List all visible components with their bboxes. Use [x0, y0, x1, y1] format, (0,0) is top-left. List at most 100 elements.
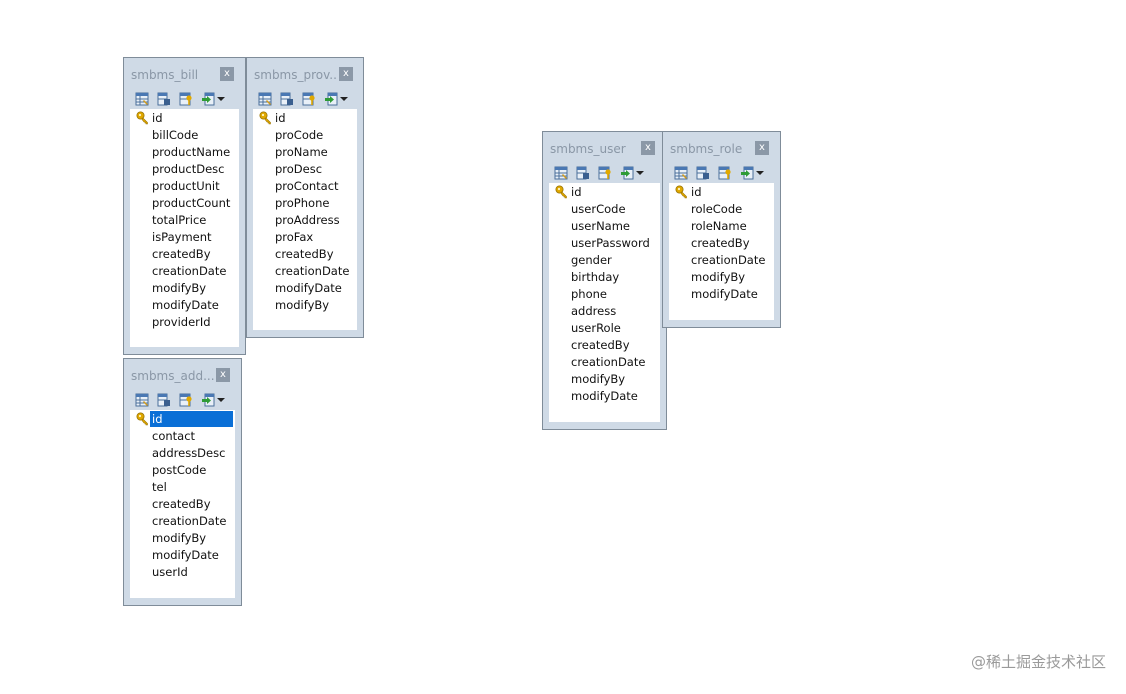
import-arrow-icon[interactable]	[620, 166, 634, 180]
table-properties-icon[interactable]	[696, 166, 710, 180]
field-row[interactable]: addressDesc	[132, 445, 233, 461]
field-row[interactable]: isPayment	[132, 229, 237, 245]
close-button[interactable]: x	[339, 67, 353, 81]
field-row[interactable]: userRole	[551, 320, 658, 336]
field-row[interactable]: createdBy	[671, 235, 772, 251]
design-table-icon[interactable]	[135, 92, 149, 106]
field-row[interactable]: proFax	[255, 229, 355, 245]
field-row[interactable]: postCode	[132, 462, 233, 478]
table-properties-icon[interactable]	[280, 92, 294, 106]
field-row[interactable]: id	[132, 411, 233, 427]
field-row[interactable]: modifyDate	[255, 280, 355, 296]
design-table-icon[interactable]	[258, 92, 272, 106]
field-row[interactable]: productDesc	[132, 161, 237, 177]
field-row[interactable]: proContact	[255, 178, 355, 194]
field-row[interactable]: userCode	[551, 201, 658, 217]
import-arrow-icon[interactable]	[201, 393, 215, 407]
field-row[interactable]: contact	[132, 428, 233, 444]
table-properties-icon[interactable]	[157, 393, 171, 407]
field-row[interactable]: id	[551, 184, 658, 200]
field-row[interactable]: id	[255, 110, 355, 126]
field-row[interactable]: birthday	[551, 269, 658, 285]
field-row[interactable]: createdBy	[132, 496, 233, 512]
field-list[interactable]: id proCode proName proDesc proContact proPhon…	[253, 109, 357, 330]
index-key-icon[interactable]	[598, 166, 612, 180]
field-row[interactable]: providerId	[132, 314, 237, 330]
index-key-icon[interactable]	[179, 92, 193, 106]
field-row[interactable]: userPassword	[551, 235, 658, 251]
design-table-icon[interactable]	[554, 166, 568, 180]
index-key-icon[interactable]	[179, 393, 193, 407]
field-row[interactable]: proName	[255, 144, 355, 160]
field-row[interactable]: proCode	[255, 127, 355, 143]
field-row[interactable]: creationDate	[671, 252, 772, 268]
close-button[interactable]: x	[641, 141, 655, 155]
field-row[interactable]: billCode	[132, 127, 237, 143]
field-row[interactable]: creationDate	[132, 263, 237, 279]
field-row[interactable]: createdBy	[551, 337, 658, 353]
table-title: smbms_add...	[131, 369, 215, 383]
import-arrow-icon[interactable]	[201, 92, 215, 106]
field-row[interactable]: tel	[132, 479, 233, 495]
table-smbms-role[interactable]: smbms_role x id roleCode roleName createdBy…	[662, 131, 781, 328]
field-row[interactable]: gender	[551, 252, 658, 268]
field-row[interactable]: id	[132, 110, 237, 126]
table-toolbar	[554, 165, 644, 181]
field-row[interactable]: productCount	[132, 195, 237, 211]
field-list[interactable]: id contact addressDesc postCode tel createdBy…	[130, 410, 235, 598]
field-row[interactable]: modifyBy	[671, 269, 772, 285]
table-smbms-bill[interactable]: smbms_bill x id billCode productName produc…	[123, 57, 246, 355]
table-smbms-address[interactable]: smbms_add... x id contact addressDesc postC…	[123, 358, 242, 606]
primary-key-icon	[136, 412, 149, 426]
field-row[interactable]: roleCode	[671, 201, 772, 217]
field-list[interactable]: id roleCode roleName createdBy creationDate m…	[669, 183, 774, 320]
field-row[interactable]: modifyBy	[132, 280, 237, 296]
field-row[interactable]: productName	[132, 144, 237, 160]
field-row[interactable]: userId	[132, 564, 233, 580]
table-smbms-user[interactable]: smbms_user x id userCode userName userPassw…	[542, 131, 667, 430]
field-row[interactable]: createdBy	[132, 246, 237, 262]
dropdown-arrow-icon[interactable]	[756, 171, 764, 175]
field-row[interactable]: modifyBy	[132, 530, 233, 546]
import-arrow-icon[interactable]	[740, 166, 754, 180]
dropdown-arrow-icon[interactable]	[340, 97, 348, 101]
index-key-icon[interactable]	[718, 166, 732, 180]
field-name: modifyBy	[152, 531, 207, 545]
dropdown-arrow-icon[interactable]	[636, 171, 644, 175]
index-key-icon[interactable]	[302, 92, 316, 106]
table-smbms-provider[interactable]: smbms_prov... x id proCode proName proDesc p…	[246, 57, 364, 338]
field-row[interactable]: totalPrice	[132, 212, 237, 228]
field-row[interactable]: createdBy	[255, 246, 355, 262]
dropdown-arrow-icon[interactable]	[217, 97, 225, 101]
field-list[interactable]: id userCode userName userPassword gender birt…	[549, 183, 660, 422]
design-table-icon[interactable]	[135, 393, 149, 407]
field-row[interactable]: creationDate	[255, 263, 355, 279]
design-table-icon[interactable]	[674, 166, 688, 180]
field-row[interactable]: modifyBy	[255, 297, 355, 313]
close-button[interactable]: x	[755, 141, 769, 155]
table-properties-icon[interactable]	[576, 166, 590, 180]
field-row[interactable]: creationDate	[132, 513, 233, 529]
field-row[interactable]: creationDate	[551, 354, 658, 370]
field-row[interactable]: roleName	[671, 218, 772, 234]
field-name: userRole	[571, 321, 621, 335]
field-row[interactable]: modifyBy	[551, 371, 658, 387]
field-row[interactable]: proDesc	[255, 161, 355, 177]
close-button[interactable]: x	[216, 368, 230, 382]
close-button[interactable]: x	[220, 67, 234, 81]
field-row[interactable]: proPhone	[255, 195, 355, 211]
field-row[interactable]: modifyDate	[671, 286, 772, 302]
field-row[interactable]: phone	[551, 286, 658, 302]
field-row[interactable]: proAddress	[255, 212, 355, 228]
field-row[interactable]: id	[671, 184, 772, 200]
dropdown-arrow-icon[interactable]	[217, 398, 225, 402]
table-properties-icon[interactable]	[157, 92, 171, 106]
field-row[interactable]: modifyDate	[551, 388, 658, 404]
field-row[interactable]: productUnit	[132, 178, 237, 194]
field-row[interactable]: userName	[551, 218, 658, 234]
field-row[interactable]: modifyDate	[132, 297, 237, 313]
field-row[interactable]: modifyDate	[132, 547, 233, 563]
field-list[interactable]: id billCode productName productDesc productU…	[130, 109, 239, 347]
field-row[interactable]: address	[551, 303, 658, 319]
import-arrow-icon[interactable]	[324, 92, 338, 106]
